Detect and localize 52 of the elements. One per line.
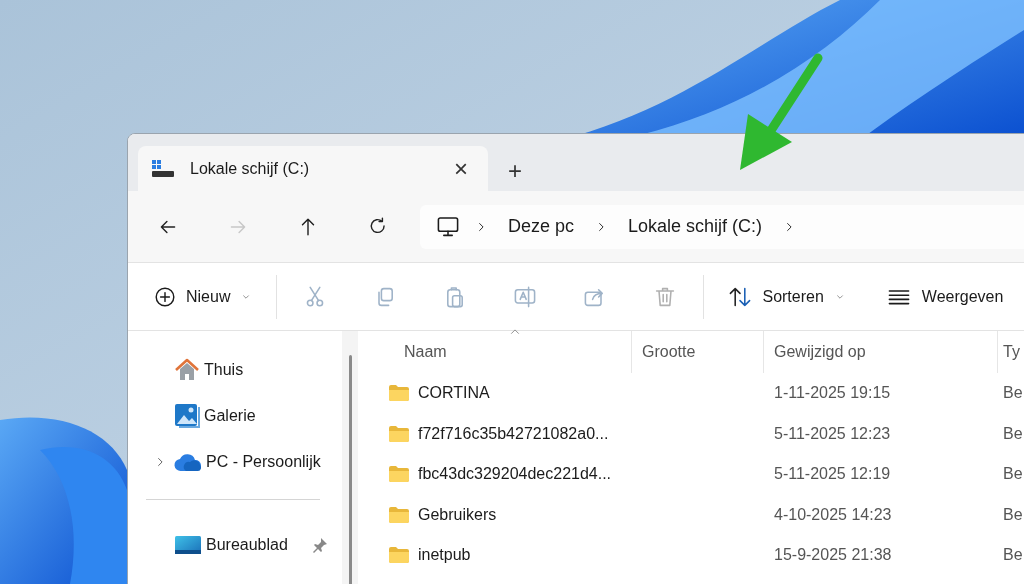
scrollbar[interactable] <box>342 331 358 584</box>
table-cell-text: Be <box>1002 505 1024 524</box>
date-cell-text: 5-11-2025 12:23 <box>773 424 892 443</box>
file-name: CORTINA <box>418 384 490 403</box>
sidebar-item[interactable]: Thuis <box>146 347 342 393</box>
sidebar-item[interactable]: Galerie <box>146 393 342 439</box>
folder-icon <box>388 505 410 524</box>
rename-icon <box>513 284 538 309</box>
table-cell-text: Be <box>1002 546 1024 565</box>
date-cell-text: 15-9-2025 21:38 <box>773 546 893 565</box>
column-header[interactable]: Gewijzigd op <box>764 331 998 373</box>
address-bar[interactable]: Deze pc Lokale schijf (C:) <box>420 204 1024 249</box>
folder-icon <box>388 546 410 565</box>
cloud-icon <box>174 452 202 472</box>
column-header[interactable]: Grootte <box>632 331 764 373</box>
file-row[interactable]: fbc43dc329204dec221d4... 5-11-2025 12:19 Be <box>372 454 1024 495</box>
picture-icon <box>174 403 200 429</box>
file-name: Gebruikers <box>418 505 497 524</box>
file-row[interactable]: Gebruikers 4-10-2025 14:23 Be <box>372 494 1024 535</box>
monitor-icon <box>436 214 460 239</box>
file-row[interactable]: f72f716c35b42721082a0... 5-11-2025 12:23 Be <box>372 413 1024 454</box>
breadcrumb-item[interactable]: Lokale schijf (C:) <box>622 216 769 237</box>
date-cell-text: 4-10-2025 14:23 <box>773 505 893 524</box>
tab-title: Lokale schijf (C:) <box>190 159 311 178</box>
table-cell-text: Be <box>1002 465 1024 484</box>
file-row[interactable]: inetpub 15-9-2025 21:38 Be <box>372 535 1024 576</box>
house-icon <box>174 358 200 382</box>
desktop-icon <box>174 535 202 555</box>
close-tab-button[interactable]: × <box>448 156 474 181</box>
breadcrumb-item[interactable]: Deze pc <box>502 216 581 237</box>
sidebar-item[interactable]: PC - Persoonlijk <box>174 439 342 485</box>
table-cell-text: Be <box>1002 384 1024 403</box>
date-cell-text: 5-11-2025 12:19 <box>773 465 892 484</box>
folder-icon <box>388 465 410 484</box>
new-button[interactable]: Nieuw <box>150 279 257 314</box>
file-name: f72f716c35b42721082a0... <box>418 424 609 443</box>
file-name: inetpub <box>418 546 471 565</box>
tab[interactable]: Lokale schijf (C:) × <box>138 146 488 191</box>
new-tab-button[interactable]: + <box>502 159 528 183</box>
folder-icon <box>388 384 410 403</box>
column-header[interactable]: Naam <box>372 331 632 373</box>
view-button[interactable]: Weergeven <box>881 278 1008 315</box>
sort-button[interactable]: Sorteren <box>724 278 850 315</box>
file-name: fbc43dc329204dec221d4... <box>418 465 612 484</box>
folder-icon <box>388 424 410 443</box>
drive-icon <box>152 159 174 178</box>
column-header[interactable]: Ty <box>998 331 1024 373</box>
table-cell-text: Be <box>1002 424 1024 443</box>
sidebar-item[interactable]: Bureaublad <box>146 522 342 568</box>
date-cell-text: 1-11-2025 19:15 <box>773 384 892 403</box>
plus-circle-icon <box>154 285 176 308</box>
file-row[interactable]: CORTINA 1-11-2025 19:15 Be <box>372 373 1024 414</box>
